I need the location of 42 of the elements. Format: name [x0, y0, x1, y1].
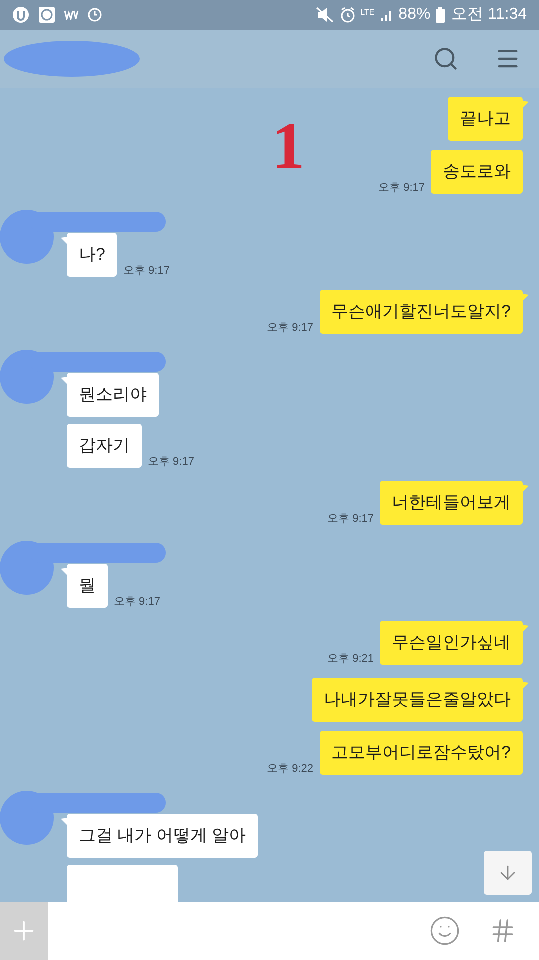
message-bubble: 나? — [67, 233, 118, 277]
bubble-tail-icon — [61, 237, 68, 245]
bubble-tail-icon — [522, 625, 529, 633]
battery-percent: 88% — [398, 5, 431, 25]
message-time: 오후 9:17 — [378, 182, 425, 194]
message-time: 오후 9:17 — [114, 596, 160, 608]
clock-icon — [88, 8, 102, 22]
message-bubble: 끝나고 — [448, 97, 523, 141]
message-time: 오후 9:17 — [148, 456, 194, 468]
message-time: 오후 9:17 — [267, 322, 314, 334]
message-bubble: 송도로와 — [431, 150, 523, 194]
message-bubble: 나내가잘못들은줄알았다 — [312, 678, 523, 722]
message-bubble: 뭘 — [67, 564, 108, 608]
message-time: 오후 9:17 — [328, 513, 374, 525]
bubble-tail-icon — [61, 818, 68, 826]
network-type: LTE — [360, 9, 375, 17]
message-time: 오후 9:21 — [328, 653, 374, 665]
message-bubble: 무슨애기할진너도알지? — [320, 290, 523, 334]
message-time: 오후 9:17 — [123, 265, 170, 277]
alarm-icon — [340, 7, 356, 23]
signal-icon — [380, 8, 394, 22]
bubble-tail-icon — [522, 485, 529, 493]
message-bubble: 고모부어디로잠수탔어? — [320, 731, 523, 775]
annotation-number: 1 — [272, 114, 305, 180]
search-icon[interactable] — [433, 46, 459, 72]
bubble-tail-icon — [522, 294, 529, 302]
add-button[interactable] — [0, 902, 48, 960]
clock-time: 오전 11:34 — [452, 5, 527, 25]
scroll-down-button[interactable] — [484, 851, 532, 895]
mute-icon — [314, 7, 335, 23]
bubble-tail-icon — [61, 568, 68, 576]
message-bubble: 그걸 내가 어떻게 알아 — [67, 814, 258, 858]
message-bubble: 뭔소리야 — [67, 373, 159, 417]
message-bubble: 너한테들어보게 — [380, 481, 523, 525]
bubble-tail-icon — [522, 101, 529, 109]
bubble-tail-icon — [61, 377, 68, 385]
message-bubble: 무슨일인가싶네 — [380, 621, 523, 665]
emoticon-icon[interactable] — [429, 915, 461, 947]
message-bubble: 갑자기 — [67, 424, 142, 468]
battery-icon — [436, 7, 445, 23]
message-time: 오후 9:22 — [267, 763, 314, 775]
bubble-tail-icon — [522, 682, 529, 690]
